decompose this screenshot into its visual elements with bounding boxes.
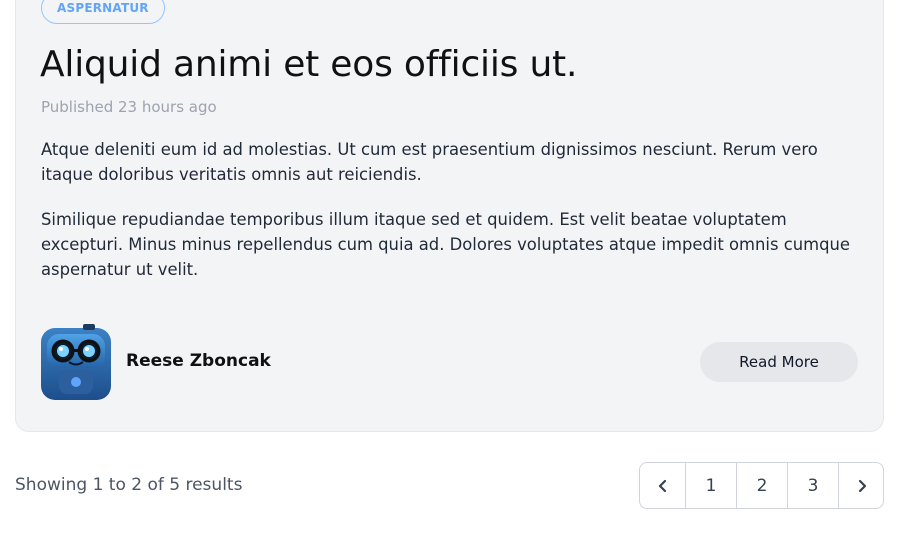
chevron-left-icon — [658, 479, 666, 492]
pagination: 1 2 3 — [639, 462, 884, 509]
read-more-button[interactable]: Read More — [700, 342, 858, 382]
next-page-button[interactable] — [839, 463, 883, 508]
prev-page-button[interactable] — [640, 463, 686, 508]
author-avatar — [41, 324, 111, 400]
published-date: Published 23 hours ago — [41, 98, 217, 116]
results-summary: Showing 1 to 2 of 5 results — [15, 475, 243, 495]
chevron-right-icon — [858, 479, 867, 492]
page-3-button[interactable]: 3 — [788, 463, 839, 508]
page-1-button[interactable]: 1 — [686, 463, 737, 508]
post-paragraph-1: Atque deleniti eum id ad molestias. Ut c… — [41, 140, 818, 184]
page-2-button[interactable]: 2 — [737, 463, 788, 508]
author-name[interactable]: Reese Zboncak — [126, 350, 271, 372]
post-title: Aliquid animi et eos officiis ut. — [40, 44, 578, 85]
post-paragraph-2: Similique repudiandae temporibus illum i… — [41, 210, 850, 279]
robot-avatar-icon — [41, 324, 111, 400]
category-tag[interactable]: ASPERNATUR — [41, 0, 165, 24]
